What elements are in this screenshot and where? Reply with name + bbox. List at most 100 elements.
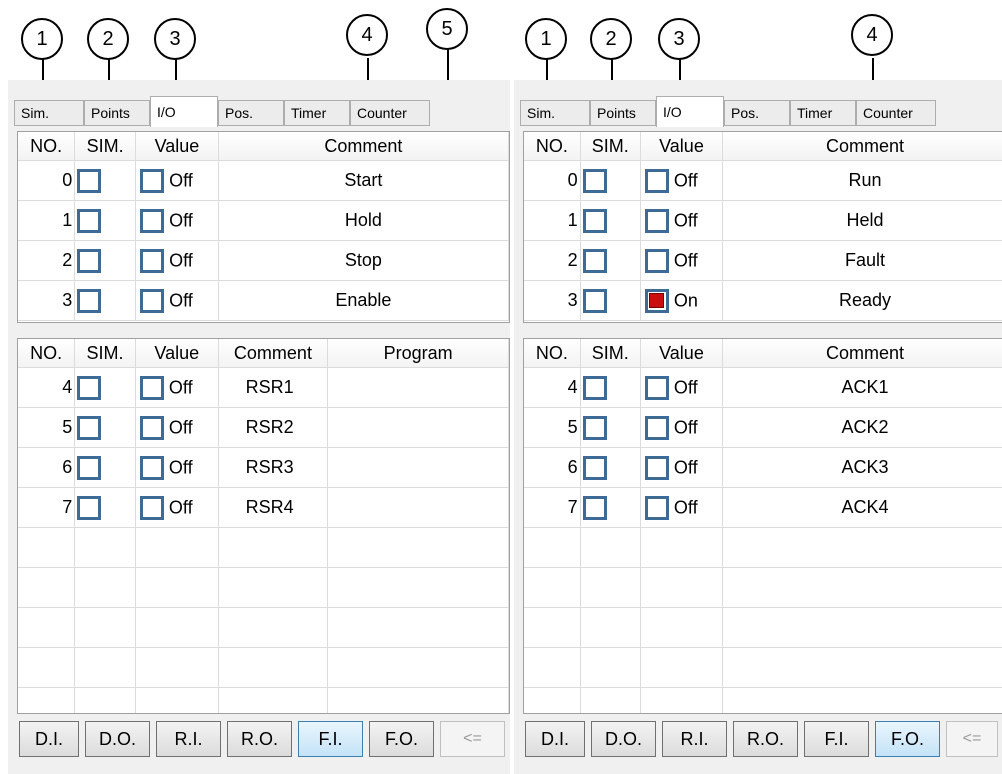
fi-button[interactable]: F.I. — [298, 721, 363, 757]
empty-row — [524, 647, 1002, 688]
comment-cell[interactable]: RSR3 — [218, 447, 329, 488]
tab-timer[interactable]: Timer — [790, 100, 856, 126]
program-cell[interactable] — [327, 487, 509, 528]
io-panel-left: Sim. Points I/O Pos. Timer Counter NO. S… — [8, 80, 510, 774]
sim-checkbox[interactable] — [77, 288, 102, 313]
ro-button[interactable]: R.O. — [227, 721, 292, 757]
tab-sim[interactable]: Sim. — [14, 100, 84, 126]
comment-cell[interactable]: RSR4 — [218, 487, 329, 528]
sim-checkbox[interactable] — [582, 495, 607, 520]
tab-points[interactable]: Points — [590, 100, 656, 126]
comment-cell[interactable]: Held — [722, 200, 1002, 241]
sim-checkbox[interactable] — [582, 288, 607, 313]
back-button[interactable]: <= — [946, 721, 998, 757]
io-lower-table: NO. SIM. Value Comment Program 4 Off RSR… — [18, 339, 509, 713]
comment-cell[interactable]: RSR2 — [218, 407, 329, 448]
comment-cell[interactable]: Stop — [218, 240, 509, 281]
sim-checkbox[interactable] — [582, 455, 607, 480]
sim-checkbox[interactable] — [77, 168, 102, 193]
row-number: 5 — [524, 407, 581, 448]
value-checkbox[interactable] — [644, 248, 669, 273]
value-checkbox[interactable] — [140, 208, 165, 233]
tab-io[interactable]: I/O — [656, 96, 724, 127]
tab-sim[interactable]: Sim. — [520, 100, 590, 126]
program-cell[interactable] — [327, 407, 509, 448]
do-button[interactable]: D.O. — [85, 721, 150, 757]
comment-cell[interactable]: ACK4 — [722, 487, 1002, 528]
table-row: 6 Off ACK3 — [524, 447, 1002, 488]
comment-cell[interactable]: Enable — [218, 280, 509, 321]
sim-checkbox[interactable] — [582, 248, 607, 273]
comment-cell[interactable]: RSR1 — [218, 367, 329, 408]
sim-checkbox[interactable] — [77, 495, 102, 520]
comment-cell[interactable]: ACK2 — [722, 407, 1002, 448]
row-number: 4 — [524, 367, 581, 408]
empty-row — [524, 567, 1002, 608]
value-checkbox[interactable] — [644, 455, 669, 480]
row-number: 3 — [18, 280, 76, 321]
sim-checkbox[interactable] — [77, 455, 102, 480]
fo-button[interactable]: F.O. — [369, 721, 434, 757]
table-header-row: NO. SIM. Value Comment — [524, 339, 1002, 368]
value-checkbox[interactable] — [140, 168, 165, 193]
fi-button[interactable]: F.I. — [804, 721, 869, 757]
row-number: 6 — [524, 447, 581, 488]
value-checkbox[interactable] — [644, 375, 669, 400]
col-header-comment: Comment — [722, 132, 1002, 161]
di-button[interactable]: D.I. — [525, 721, 585, 757]
tab-counter[interactable]: Counter — [350, 100, 430, 126]
tab-pos[interactable]: Pos. — [218, 100, 284, 126]
di-button[interactable]: D.I. — [19, 721, 79, 757]
ri-button[interactable]: R.I. — [662, 721, 727, 757]
sim-checkbox[interactable] — [77, 248, 102, 273]
value-checkbox[interactable] — [139, 495, 164, 520]
sim-checkbox[interactable] — [582, 168, 607, 193]
ri-button[interactable]: R.I. — [156, 721, 221, 757]
value-checkbox[interactable] — [139, 415, 164, 440]
sim-checkbox[interactable] — [582, 208, 607, 233]
program-cell[interactable] — [327, 367, 509, 408]
tab-pos[interactable]: Pos. — [724, 100, 790, 126]
back-button[interactable]: <= — [440, 721, 505, 757]
value-label: On — [673, 290, 698, 310]
value-checkbox[interactable] — [644, 168, 669, 193]
value-checkbox[interactable] — [139, 375, 164, 400]
value-checkbox[interactable] — [140, 288, 165, 313]
value-checkbox[interactable] — [140, 248, 165, 273]
col-header-no: NO. — [524, 132, 581, 161]
comment-cell[interactable]: Start — [218, 160, 509, 201]
value-label: Off — [169, 290, 193, 310]
program-cell[interactable] — [327, 447, 509, 488]
row-number: 4 — [18, 367, 76, 408]
sim-checkbox[interactable] — [77, 415, 102, 440]
callout-3-right: 3 — [658, 18, 700, 60]
sim-checkbox[interactable] — [582, 415, 607, 440]
comment-cell[interactable]: Run — [722, 160, 1002, 201]
value-checkbox[interactable] — [139, 455, 164, 480]
tab-points[interactable]: Points — [84, 100, 150, 126]
sim-checkbox[interactable] — [582, 375, 607, 400]
io-upper-table: NO. SIM. Value Comment 0 Off Start 1 Off… — [18, 132, 509, 321]
col-header-value: Value — [640, 132, 724, 161]
tab-io[interactable]: I/O — [150, 96, 218, 127]
value-checkbox[interactable] — [644, 208, 669, 233]
value-label: Off — [673, 170, 698, 190]
callout-2-left: 2 — [87, 18, 129, 60]
tab-counter[interactable]: Counter — [856, 100, 936, 126]
do-button[interactable]: D.O. — [591, 721, 656, 757]
comment-cell[interactable]: ACK3 — [722, 447, 1002, 488]
fo-button[interactable]: F.O. — [875, 721, 940, 757]
sim-checkbox[interactable] — [77, 375, 102, 400]
comment-cell[interactable]: Hold — [218, 200, 509, 241]
sim-checkbox[interactable] — [77, 208, 102, 233]
io-lower-table: NO. SIM. Value Comment 4 Off ACK1 5 Off … — [524, 339, 1002, 713]
value-checkbox-on[interactable] — [644, 288, 669, 313]
tab-timer[interactable]: Timer — [284, 100, 350, 126]
comment-cell[interactable]: Fault — [722, 240, 1002, 281]
comment-cell[interactable]: ACK1 — [722, 367, 1002, 408]
comment-cell[interactable]: Ready — [722, 280, 1002, 321]
ro-button[interactable]: R.O. — [733, 721, 798, 757]
value-checkbox[interactable] — [644, 495, 669, 520]
row-number: 6 — [18, 447, 76, 488]
value-checkbox[interactable] — [644, 415, 669, 440]
